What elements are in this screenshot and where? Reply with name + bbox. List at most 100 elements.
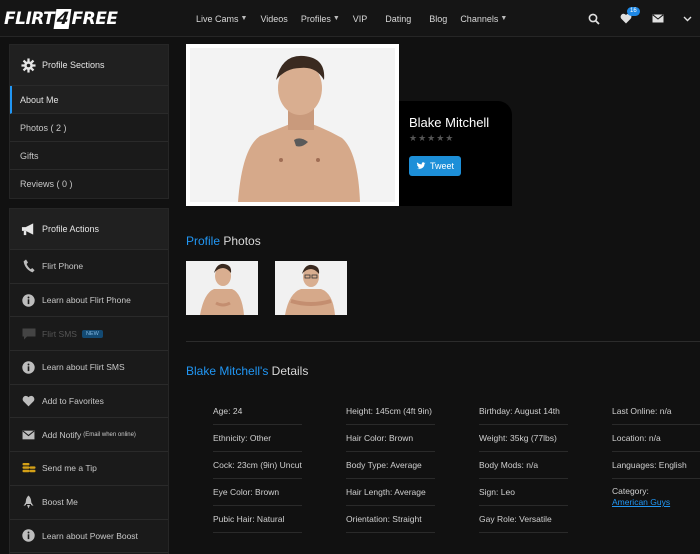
action-send-tip[interactable]: Send me a Tip — [10, 452, 168, 486]
profile-photos-heading: Profile Photos — [186, 234, 261, 248]
top-icons: 16 — [578, 0, 700, 37]
rating-stars[interactable]: ★★★★★ — [409, 133, 512, 144]
nav-live-cams-label: Live Cams — [196, 13, 239, 24]
photo-thumbnail-2[interactable] — [275, 261, 347, 315]
info-icon — [21, 293, 36, 308]
details-column-4: Last Online: n/a Location: n/a Languages… — [612, 398, 700, 508]
nav-profiles-label: Profiles — [300, 13, 331, 24]
detail-languages: Languages: English — [612, 452, 700, 479]
details-column-1: Age: 24 Ethnicity: Other Cock: 23cm (9in… — [213, 398, 333, 533]
favorites-button[interactable]: 16 — [610, 0, 642, 37]
action-label: Send me a Tip — [42, 463, 97, 474]
detail-birthday: Birthday: August 14th — [479, 398, 568, 425]
section-divider — [186, 341, 700, 342]
action-flirt-sms[interactable]: Flirt SMS NEW — [10, 317, 168, 352]
action-label: Learn about Power Boost — [42, 530, 138, 541]
detail-location: Location: n/a — [612, 425, 700, 452]
rocket-icon — [21, 495, 36, 510]
detail-hair-color: Hair Color: Brown — [346, 425, 435, 452]
sidebar-item-about-me[interactable]: About Me — [10, 86, 168, 114]
action-label: Flirt Phone — [42, 261, 84, 272]
sms-icon — [21, 326, 36, 341]
search-button[interactable] — [578, 0, 610, 37]
chevron-down-icon: ▼ — [240, 15, 248, 22]
sidebar-item-reviews[interactable]: Reviews ( 0 ) — [10, 170, 168, 198]
sidebar-item-label: Gifts — [20, 150, 39, 161]
main-nav: Live Cams ▼ Videos Profiles ▼ VIP Dating B… — [196, 0, 520, 37]
coins-icon — [21, 461, 36, 476]
detail-eye-color: Eye Color: Brown — [213, 479, 302, 506]
nav-blog-label: Blog — [429, 13, 448, 24]
detail-gay-role: Gay Role: Versatile — [479, 506, 568, 533]
profile-actions-panel: Profile Actions Flirt Phone Learn about … — [9, 208, 169, 554]
heading-rest: Details — [268, 364, 309, 378]
nav-live-cams[interactable]: Live Cams ▼ — [196, 14, 247, 24]
menu-button[interactable] — [674, 0, 700, 37]
detail-height: Height: 145cm (4ft 9in) — [346, 398, 435, 425]
detail-weight: Weight: 35kg (77lbs) — [479, 425, 568, 452]
action-flirt-phone[interactable]: Flirt Phone — [10, 250, 168, 284]
detail-sign: Sign: Leo — [479, 479, 568, 506]
twitter-bird-icon — [416, 162, 426, 170]
action-learn-flirt-sms[interactable]: Learn about Flirt SMS — [10, 351, 168, 385]
new-badge: NEW — [81, 329, 103, 338]
detail-age: Age: 24 — [213, 398, 302, 425]
photo-thumbnail-1[interactable] — [186, 261, 258, 315]
gear-icon — [21, 57, 36, 73]
detail-ethnicity: Ethnicity: Other — [213, 425, 302, 452]
thumbnail-image — [275, 261, 347, 315]
profile-photo-image — [190, 48, 395, 202]
nav-dating[interactable]: Dating — [385, 14, 411, 24]
nav-profiles[interactable]: Profiles ▼ — [301, 14, 340, 24]
detail-pubic-hair: Pubic Hair: Natural — [213, 506, 302, 533]
info-icon — [21, 528, 36, 543]
action-label: Add to Favorites — [42, 396, 104, 407]
profile-actions-header: Profile Actions — [10, 209, 168, 250]
profile-sections-panel: Profile Sections About Me Photos ( 2 ) G… — [9, 44, 169, 199]
chevron-down-icon — [683, 16, 691, 21]
nav-dating-label: Dating — [385, 13, 412, 24]
nav-blog[interactable]: Blog — [429, 14, 447, 24]
profile-hero: Blake Mitchell ★★★★★ Tweet — [186, 44, 512, 206]
sidebar-item-label: About Me — [20, 94, 59, 105]
profile-photo[interactable] — [186, 44, 399, 206]
action-add-notify[interactable]: Add Notify (Email when online) — [10, 418, 168, 453]
top-navigation-bar: FLIRT 4 FREE Live Cams ▼ Videos Profiles ▼ V… — [0, 0, 700, 37]
sidebar-item-label: Photos ( 2 ) — [20, 122, 67, 133]
action-label: Add Notify — [42, 429, 82, 440]
category-link[interactable]: American Guys — [612, 497, 700, 508]
action-label: Learn about Flirt SMS — [42, 362, 125, 373]
action-learn-flirt-phone[interactable]: Learn about Flirt Phone — [10, 284, 168, 318]
heading-rest: Photos — [220, 234, 261, 248]
mail-icon — [21, 427, 36, 442]
profile-sections-header: Profile Sections — [10, 45, 168, 86]
sidebar-item-photos[interactable]: Photos ( 2 ) — [10, 114, 168, 142]
nav-vip-label: VIP — [352, 13, 368, 24]
chevron-down-icon: ▼ — [500, 15, 508, 22]
sidebar-item-gifts[interactable]: Gifts — [10, 142, 168, 170]
logo-text-free: FREE — [71, 8, 118, 29]
profile-namecard: Blake Mitchell ★★★★★ Tweet — [399, 101, 512, 206]
nav-videos[interactable]: Videos — [260, 14, 287, 24]
action-label: Learn about Flirt Phone — [42, 295, 131, 306]
tweet-label: Tweet — [429, 161, 454, 171]
logo-text-4: 4 — [53, 8, 72, 29]
flirt4free-logo[interactable]: FLIRT 4 FREE — [4, 8, 118, 29]
nav-videos-label: Videos — [260, 13, 288, 24]
tweet-button[interactable]: Tweet — [409, 156, 461, 176]
nav-vip[interactable]: VIP — [353, 14, 368, 24]
profile-actions-title: Profile Actions — [42, 224, 100, 234]
action-boost-me[interactable]: Boost Me — [10, 486, 168, 520]
heading-highlight: Blake Mitchell's — [186, 364, 269, 378]
detail-hair-length: Hair Length: Average — [346, 479, 435, 506]
thumbnail-image — [186, 261, 258, 315]
messages-button[interactable] — [642, 0, 674, 37]
action-add-to-favorites[interactable]: Add to Favorites — [10, 385, 168, 419]
action-label: Boost Me — [42, 497, 78, 508]
phone-icon — [21, 259, 36, 274]
detail-category: Category: American Guys — [612, 479, 700, 508]
action-learn-power-boost[interactable]: Learn about Power Boost — [10, 520, 168, 554]
nav-channels[interactable]: Channels ▼ — [460, 14, 507, 24]
chevron-down-icon: ▼ — [332, 15, 340, 22]
action-note: (Email when online) — [83, 431, 136, 438]
